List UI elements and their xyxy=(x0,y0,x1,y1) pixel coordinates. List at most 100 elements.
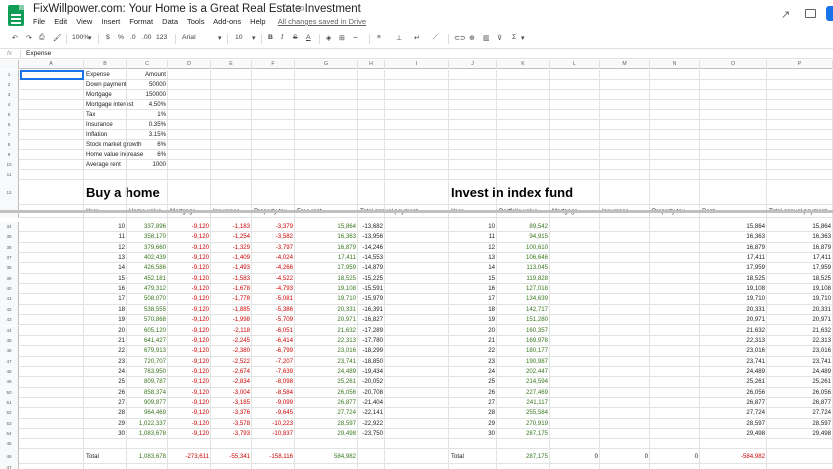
portfolio-value-cell[interactable]: 106,646 xyxy=(497,253,550,263)
borders-icon[interactable]: ⊞ xyxy=(339,34,345,42)
mortgage-cell[interactable]: -9,120 xyxy=(168,243,211,253)
property-tax-cell[interactable]: -9,099 xyxy=(252,398,295,408)
undo-icon[interactable]: ↶ xyxy=(12,34,18,42)
column-header-h[interactable]: H xyxy=(358,60,385,69)
free-rent-cell[interactable]: 25,261 xyxy=(295,377,358,387)
home-value-cell[interactable]: 452,181 xyxy=(127,274,168,284)
star-icon[interactable]: ☆ xyxy=(281,3,290,14)
row-number[interactable]: 11 xyxy=(0,170,19,180)
mortgage-cell[interactable]: -9,120 xyxy=(168,336,211,346)
row-number[interactable]: 42 xyxy=(0,304,19,316)
row-number[interactable]: 39 xyxy=(0,273,19,285)
rent-cell[interactable]: 15,864 xyxy=(700,222,767,232)
invest-year-cell[interactable]: 22 xyxy=(449,346,497,356)
total-annual-payment-cell[interactable]: -15,979 xyxy=(358,294,385,304)
property-tax-cell[interactable]: -10,837 xyxy=(252,429,295,439)
invest-total-annual-payment-cell[interactable]: 22,313 xyxy=(767,336,833,346)
total-free-rent[interactable]: 584,982 xyxy=(295,449,358,464)
total-annual-payment-cell[interactable]: -18,299 xyxy=(358,346,385,356)
column-header-f[interactable]: F xyxy=(252,60,295,69)
year-cell[interactable]: 15 xyxy=(84,274,127,284)
free-rent-cell[interactable]: 22,313 xyxy=(295,336,358,346)
input-label-cell[interactable]: Insurance xyxy=(84,120,127,130)
menu-addons[interactable]: Add-ons xyxy=(213,17,241,26)
row-number[interactable]: 46 xyxy=(0,346,19,357)
column-header-c[interactable]: C xyxy=(127,60,168,69)
free-rent-cell[interactable]: 17,411 xyxy=(295,253,358,263)
document-title[interactable]: FixWillpower.com: Your Home is a Great R… xyxy=(33,3,361,15)
total-home-value[interactable]: 1,083,678 xyxy=(127,449,168,464)
insurance-cell[interactable]: -2,245 xyxy=(211,336,252,346)
free-rent-cell[interactable]: 16,363 xyxy=(295,232,358,242)
invest-year-cell[interactable]: 11 xyxy=(449,232,497,242)
input-value-cell[interactable]: 3.15% xyxy=(127,130,168,140)
rent-cell[interactable]: 28,597 xyxy=(700,419,767,429)
select-all-corner[interactable] xyxy=(0,60,19,69)
print-icon[interactable]: ⎙ xyxy=(39,34,44,42)
input-value-cell[interactable]: 1% xyxy=(127,110,168,120)
percent-format-button[interactable]: % xyxy=(118,34,124,41)
portfolio-value-cell[interactable]: 190,987 xyxy=(497,357,550,367)
insurance-cell[interactable]: -1,885 xyxy=(211,305,252,315)
input-value-cell[interactable]: 0.35% xyxy=(127,120,168,130)
row-number[interactable]: 45 xyxy=(0,335,19,347)
strikethrough-icon[interactable]: S xyxy=(293,34,298,41)
insurance-cell[interactable]: -1,329 xyxy=(211,243,252,253)
invest-total-annual-payment-cell[interactable]: 19,710 xyxy=(767,294,833,304)
property-tax-cell[interactable]: -5,709 xyxy=(252,315,295,325)
home-value-cell[interactable]: 858,374 xyxy=(127,388,168,398)
home-value-cell[interactable]: 538,555 xyxy=(127,305,168,315)
portfolio-value-cell[interactable]: 227,469 xyxy=(497,388,550,398)
portfolio-value-cell[interactable]: 113,045 xyxy=(497,263,550,273)
home-value-cell[interactable]: 720,707 xyxy=(127,357,168,367)
column-header-d[interactable]: D xyxy=(168,60,211,69)
insurance-cell[interactable]: -3,376 xyxy=(211,408,252,418)
input-value-cell[interactable]: 50000 xyxy=(127,80,168,90)
home-value-cell[interactable]: 809,787 xyxy=(127,377,168,387)
invest-total-annual-payment-cell[interactable]: 16,879 xyxy=(767,243,833,253)
filter-icon[interactable]: ⊽ xyxy=(497,34,502,42)
free-rent-cell[interactable]: 20,971 xyxy=(295,315,358,325)
rent-cell[interactable]: 19,108 xyxy=(700,284,767,294)
home-value-cell[interactable]: 964,469 xyxy=(127,408,168,418)
insert-comment-icon[interactable]: ⊕ xyxy=(469,34,475,42)
row-number[interactable]: 35 xyxy=(0,232,19,243)
insurance-cell[interactable]: -1,409 xyxy=(211,253,252,263)
property-tax-cell[interactable]: -7,639 xyxy=(252,367,295,377)
invest-year-cell[interactable]: 10 xyxy=(449,222,497,232)
year-cell[interactable]: 14 xyxy=(84,263,127,273)
rent-cell[interactable]: 16,363 xyxy=(700,232,767,242)
free-rent-cell[interactable]: 16,879 xyxy=(295,243,358,253)
menu-data[interactable]: Data xyxy=(162,17,178,26)
mortgage-cell[interactable]: -9,120 xyxy=(168,429,211,439)
save-status-link[interactable]: All changes saved in Drive xyxy=(278,17,366,26)
input-value-cell[interactable]: 150000 xyxy=(127,90,168,100)
invest-year-cell[interactable]: 19 xyxy=(449,315,497,325)
rent-cell[interactable]: 23,741 xyxy=(700,357,767,367)
row-number[interactable]: 5 xyxy=(0,110,19,120)
menu-help[interactable]: Help xyxy=(250,17,265,26)
rent-cell[interactable]: 26,877 xyxy=(700,398,767,408)
input-value-cell[interactable]: 6% xyxy=(127,140,168,150)
total-annual-payment-cell[interactable]: -20,708 xyxy=(358,388,385,398)
row-number[interactable]: 2 xyxy=(0,80,19,90)
row-number[interactable]: 10 xyxy=(0,160,19,170)
rent-cell[interactable]: 21,632 xyxy=(700,326,767,336)
paint-format-icon[interactable]: 🖌 xyxy=(53,34,62,42)
rent-cell[interactable]: 18,525 xyxy=(700,274,767,284)
share-button[interactable] xyxy=(826,6,833,21)
row-number[interactable]: 38 xyxy=(0,263,19,274)
mortgage-cell[interactable]: -9,120 xyxy=(168,263,211,273)
invest-year-cell[interactable]: 17 xyxy=(449,294,497,304)
invest-total-label[interactable]: Total xyxy=(449,449,497,464)
column-header-n[interactable]: N xyxy=(650,60,700,69)
column-header-e[interactable]: E xyxy=(211,60,252,69)
invest-year-cell[interactable]: 24 xyxy=(449,367,497,377)
row-number[interactable]: 49 xyxy=(0,377,19,388)
text-color-icon[interactable]: A xyxy=(306,34,311,41)
year-cell[interactable]: 11 xyxy=(84,232,127,242)
invest-total-annual-payment-cell[interactable]: 27,724 xyxy=(767,408,833,418)
invest-year-cell[interactable]: 14 xyxy=(449,263,497,273)
free-rent-cell[interactable]: 26,877 xyxy=(295,398,358,408)
input-value-cell[interactable] xyxy=(127,170,168,180)
